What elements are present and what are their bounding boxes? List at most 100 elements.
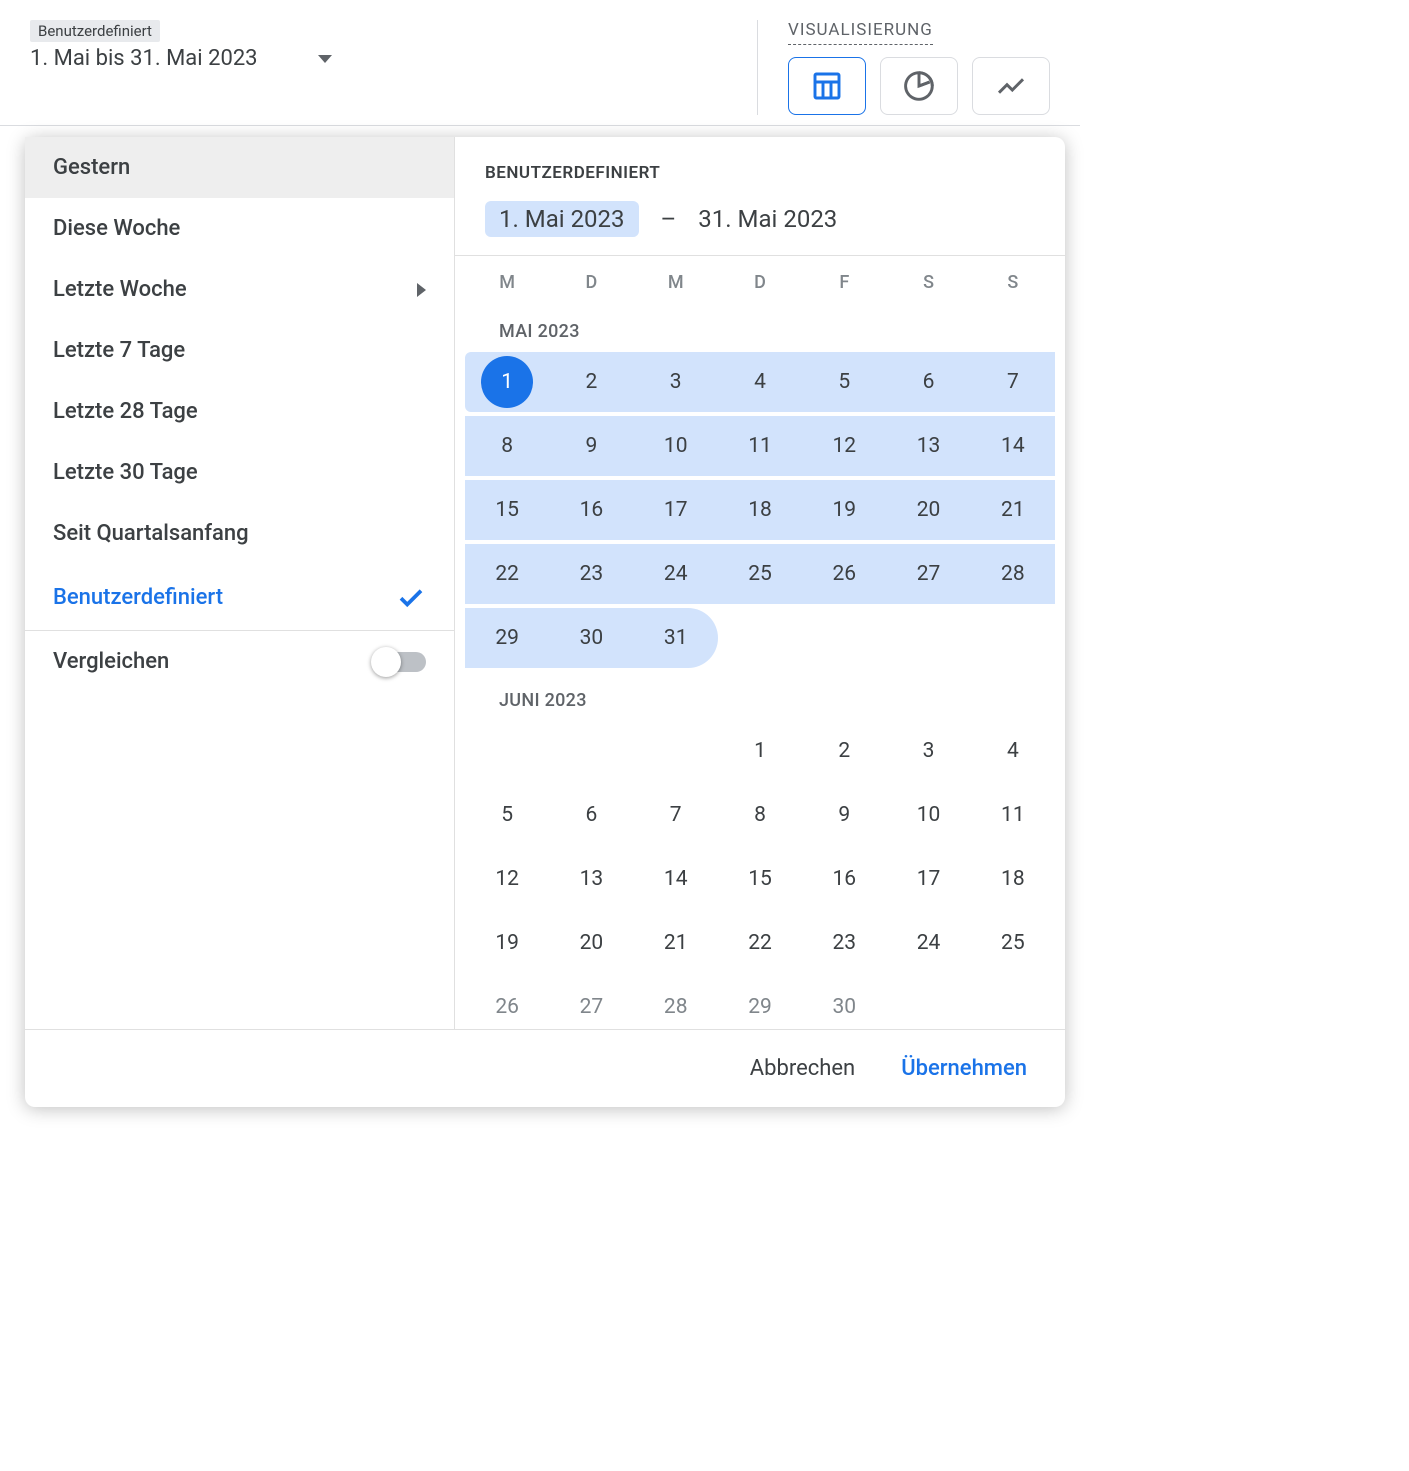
calendar-empty-cell [718, 608, 802, 668]
calendar-day[interactable]: 28 [634, 977, 718, 1029]
preset-label: Gestern [53, 155, 130, 180]
calendar-empty-cell [971, 608, 1055, 668]
calendar-day[interactable]: 2 [549, 352, 633, 412]
vis-pie-button[interactable] [880, 57, 958, 115]
calendar-day[interactable]: 20 [886, 480, 970, 540]
calendar-day[interactable]: 22 [465, 544, 549, 604]
calendar-day[interactable]: 28 [971, 544, 1055, 604]
calendar-day[interactable]: 19 [465, 913, 549, 973]
calendar-day[interactable]: 29 [718, 977, 802, 1029]
calendar-day[interactable]: 30 [549, 608, 633, 668]
preset-item[interactable]: Seit Quartalsanfang [25, 503, 454, 564]
calendar-empty-cell [465, 721, 549, 781]
calendar-empty-cell [634, 721, 718, 781]
calendar-day[interactable]: 3 [634, 352, 718, 412]
calendar-day[interactable]: 30 [802, 977, 886, 1029]
calendar-day[interactable]: 12 [802, 416, 886, 476]
calendar-day[interactable]: 6 [886, 352, 970, 412]
calendar-day[interactable]: 6 [549, 785, 633, 845]
vis-table-button[interactable] [788, 57, 866, 115]
calendar-day[interactable]: 9 [802, 785, 886, 845]
calendar-day[interactable]: 9 [549, 416, 633, 476]
calendar-day[interactable]: 13 [549, 849, 633, 909]
calendar-day[interactable]: 26 [802, 544, 886, 604]
calendar-day[interactable]: 5 [802, 352, 886, 412]
calendar-day[interactable]: 16 [802, 849, 886, 909]
compare-label: Vergleichen [53, 649, 169, 674]
calendar-day[interactable]: 2 [802, 721, 886, 781]
apply-button[interactable]: Übernehmen [893, 1052, 1035, 1085]
vis-line-button[interactable] [972, 57, 1050, 115]
calendar-day[interactable]: 24 [886, 913, 970, 973]
calendar-day[interactable]: 27 [886, 544, 970, 604]
calendar-empty-cell [802, 608, 886, 668]
calendar-title: BENUTZERDEFINIERT [485, 163, 1035, 183]
calendar-day[interactable]: 17 [634, 480, 718, 540]
preset-label: Letzte 28 Tage [53, 399, 198, 424]
preset-item[interactable]: Diese Woche [25, 198, 454, 259]
calendar-day[interactable]: 4 [971, 721, 1055, 781]
calendar-scroll[interactable]: MDMDFSS MAI 2023123456789101112131415161… [455, 255, 1065, 1029]
calendar-day[interactable]: 7 [634, 785, 718, 845]
date-range-trigger[interactable]: Benutzerdefiniert 1. Mai bis 31. Mai 202… [30, 20, 332, 71]
calendar-day[interactable]: 21 [971, 480, 1055, 540]
range-separator: – [661, 205, 677, 233]
calendar-day[interactable]: 18 [718, 480, 802, 540]
preset-item[interactable]: Gestern [25, 137, 454, 198]
calendar-day[interactable]: 27 [549, 977, 633, 1029]
calendar-day[interactable]: 10 [634, 416, 718, 476]
calendar-day[interactable]: 29 [465, 608, 549, 668]
day-of-week-header: M [634, 272, 718, 293]
cancel-button[interactable]: Abbrechen [742, 1052, 863, 1085]
calendar-day[interactable]: 25 [718, 544, 802, 604]
calendar-day[interactable]: 23 [549, 544, 633, 604]
calendar-day[interactable]: 8 [465, 416, 549, 476]
calendar-day[interactable]: 5 [465, 785, 549, 845]
calendar-day[interactable]: 15 [718, 849, 802, 909]
calendar-day[interactable]: 11 [718, 416, 802, 476]
calendar-day[interactable]: 20 [549, 913, 633, 973]
calendar-day[interactable]: 26 [465, 977, 549, 1029]
preset-item[interactable]: Benutzerdefiniert [25, 564, 454, 630]
month-label: JUNI 2023 [455, 672, 1065, 721]
calendar-day[interactable]: 1 [718, 721, 802, 781]
calendar-day[interactable]: 4 [718, 352, 802, 412]
preset-label: Letzte 30 Tage [53, 460, 198, 485]
calendar-day[interactable]: 3 [886, 721, 970, 781]
range-start-input[interactable]: 1. Mai 2023 [485, 201, 639, 237]
preset-list: Gestern Diese Woche Letzte WocheLetzte 7 T… [25, 137, 455, 1029]
calendar-day[interactable]: 16 [549, 480, 633, 540]
calendar-day[interactable]: 10 [886, 785, 970, 845]
calendar-day[interactable]: 17 [886, 849, 970, 909]
day-of-week-header: S [886, 272, 970, 293]
calendar-day[interactable]: 8 [718, 785, 802, 845]
calendar-day[interactable]: 14 [971, 416, 1055, 476]
preset-item[interactable]: Letzte 30 Tage [25, 442, 454, 503]
month-label: MAI 2023 [455, 303, 1065, 352]
visualization-label: VISUALISIERUNG [788, 20, 933, 45]
preset-item[interactable]: Letzte 7 Tage [25, 320, 454, 381]
calendar-day[interactable]: 14 [634, 849, 718, 909]
calendar-day[interactable]: 11 [971, 785, 1055, 845]
calendar-day[interactable]: 1 [465, 352, 549, 412]
calendar-day[interactable]: 23 [802, 913, 886, 973]
range-end-input[interactable]: 31. Mai 2023 [698, 205, 837, 233]
preset-label: Seit Quartalsanfang [53, 521, 249, 546]
calendar-day[interactable]: 31 [634, 608, 718, 668]
calendar-day[interactable]: 25 [971, 913, 1055, 973]
preset-label: Diese Woche [53, 216, 180, 241]
calendar-day[interactable]: 12 [465, 849, 549, 909]
calendar-day[interactable]: 21 [634, 913, 718, 973]
calendar-day[interactable]: 7 [971, 352, 1055, 412]
calendar-day[interactable]: 18 [971, 849, 1055, 909]
calendar-day[interactable]: 22 [718, 913, 802, 973]
compare-toggle[interactable] [374, 652, 426, 672]
calendar-day[interactable]: 13 [886, 416, 970, 476]
preset-item[interactable]: Letzte 28 Tage [25, 381, 454, 442]
chevron-down-icon [318, 55, 332, 63]
preset-item[interactable]: Letzte Woche [25, 259, 454, 320]
calendar-day[interactable]: 19 [802, 480, 886, 540]
preset-label: Benutzerdefiniert [53, 585, 223, 610]
calendar-day[interactable]: 15 [465, 480, 549, 540]
calendar-day[interactable]: 24 [634, 544, 718, 604]
